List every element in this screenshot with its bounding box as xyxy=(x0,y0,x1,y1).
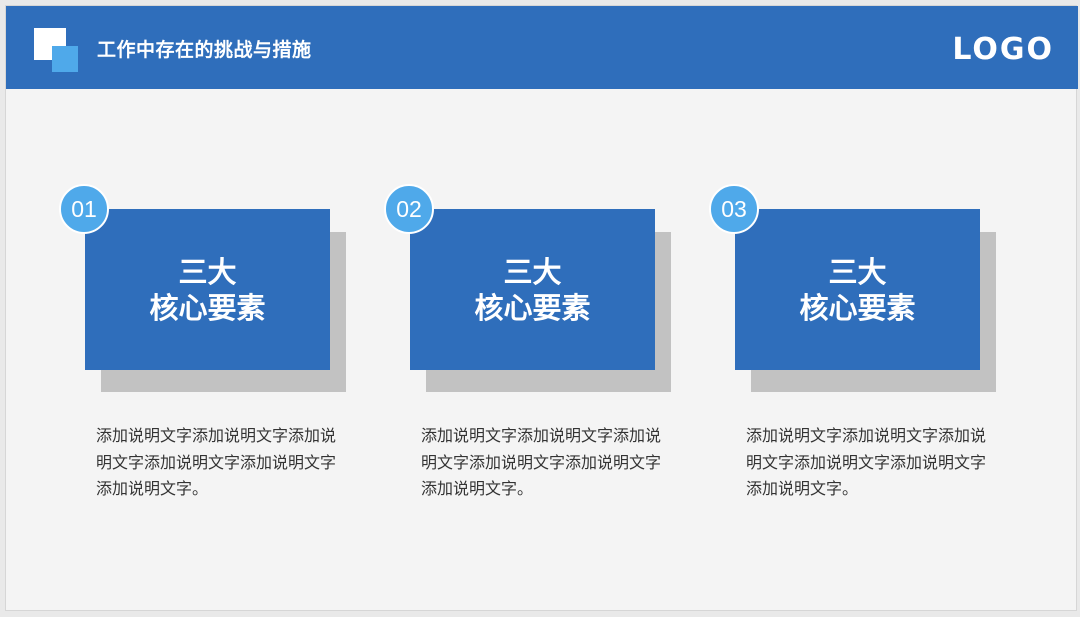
card-number-badge: 01 xyxy=(59,184,109,234)
card-number-badge: 02 xyxy=(384,184,434,234)
card-description: 添加说明文字添加说明文字添加说明文字添加说明文字添加说明文字添加说明文字。 xyxy=(96,426,337,498)
card-description: 添加说明文字添加说明文字添加说明文字添加说明文字添加说明文字添加说明文字。 xyxy=(746,426,987,498)
card-number-badge: 03 xyxy=(709,184,759,234)
logo-text: LOGO xyxy=(952,32,1054,67)
card-02: 三大 核心要素 02 添加说明文字添加说明文字添加说明文字添加说明文字添加说明文… xyxy=(330,0,671,498)
card-03: 三大 核心要素 03 添加说明文字添加说明文字添加说明文字添加说明文字添加说明文… xyxy=(655,0,996,498)
card-heading-line2: 核心要素 xyxy=(799,290,916,325)
card-description: 添加说明文字添加说明文字添加说明文字添加说明文字添加说明文字添加说明文字。 xyxy=(421,426,662,498)
card-heading-box: 三大 核心要素 xyxy=(85,209,330,370)
card-01: 三大 核心要素 01 添加说明文字添加说明文字添加说明文字添加说明文字添加说明文… xyxy=(5,0,346,498)
card-heading-line2: 核心要素 xyxy=(474,290,591,325)
card-heading-line1: 三大 xyxy=(178,254,237,289)
card-heading-box: 三大 核心要素 xyxy=(410,209,655,370)
card-heading-line2: 核心要素 xyxy=(149,290,266,325)
card-heading-line1: 三大 xyxy=(828,254,887,289)
card-heading-box: 三大 核心要素 xyxy=(735,209,980,370)
card-heading-line1: 三大 xyxy=(503,254,562,289)
